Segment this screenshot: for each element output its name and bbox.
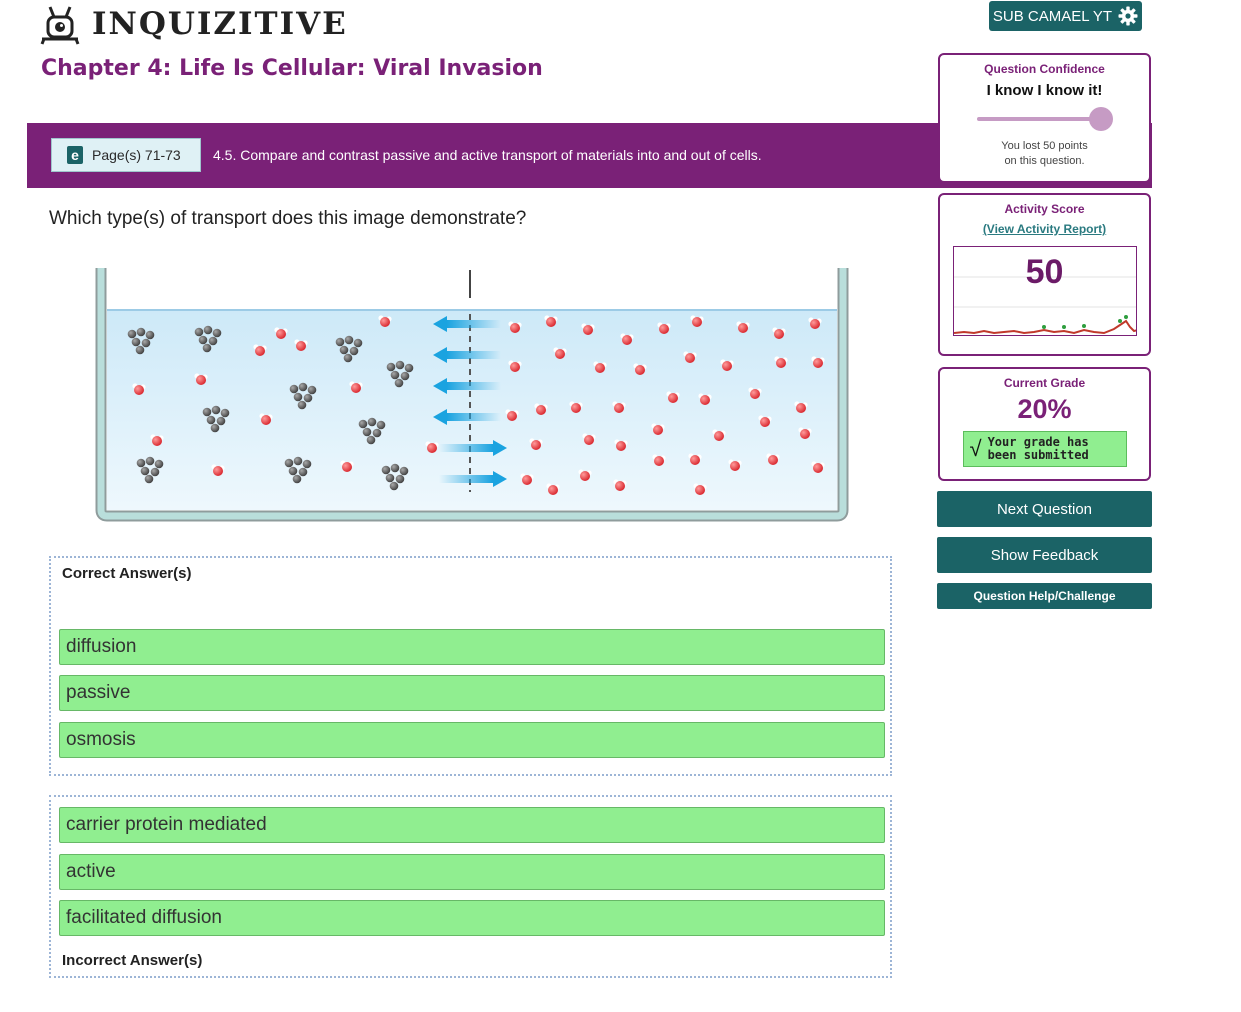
current-grade-value: 20% [1017, 394, 1072, 424]
activity-score-panel: Activity Score (View Activity Report) 50 [938, 193, 1151, 356]
show-feedback-button[interactable]: Show Feedback [937, 537, 1152, 573]
ebook-icon: e [67, 146, 83, 164]
inquizitive-logo: INQUIZITIVE [38, 3, 348, 45]
svg-text:e: e [71, 147, 79, 163]
answer-chip-passive[interactable]: passive [59, 675, 885, 711]
answer-chip-facilitated-diffusion[interactable]: facilitated diffusion [59, 900, 885, 936]
gear-icon [1118, 6, 1138, 26]
user-name-label: SUB CAMAEL YT [992, 7, 1113, 25]
next-question-button[interactable]: Next Question [937, 491, 1152, 527]
confidence-slider[interactable] [976, 107, 1113, 131]
points-lost-note: You lost 50 points on this question. [940, 139, 1149, 169]
learning-objective-text: 4.5. Compare and contrast passive and ac… [213, 147, 762, 163]
logo-wordmark: INQUIZITIVE [92, 6, 348, 42]
confidence-slider-track [976, 117, 1101, 121]
points-lost-line-2: on this question. [1004, 155, 1085, 167]
question-help-button[interactable]: Question Help/Challenge [937, 583, 1152, 609]
correct-answers-zone[interactable]: Correct Answer(s) diffusion passive osmo… [49, 556, 892, 776]
correct-answers-label: Correct Answer(s) [62, 565, 192, 582]
page-range-label: Page(s) 71-73 [92, 147, 181, 163]
question-confidence-panel: Question Confidence I know I know it! Yo… [938, 53, 1151, 183]
user-menu-button[interactable]: SUB CAMAEL YT [989, 1, 1142, 31]
current-grade-panel: Current Grade 20% √ Your grade has been … [938, 367, 1151, 481]
confidence-value: I know I know it! [986, 82, 1103, 99]
points-lost-line-1: You lost 50 points [1001, 140, 1088, 152]
checkmark-icon: √ [969, 436, 982, 461]
activity-score-label: Activity Score [1004, 202, 1085, 216]
answer-chip-osmosis[interactable]: osmosis [59, 722, 885, 758]
incorrect-answers-zone[interactable]: carrier protein mediated active facilita… [49, 795, 892, 978]
grade-submitted-badge: √ Your grade has been submitted [962, 431, 1127, 467]
view-activity-report-link[interactable]: (View Activity Report) [983, 222, 1106, 236]
grade-status-line-1: Your grade has [987, 435, 1089, 449]
chapter-title: Chapter 4: Life Is Cellular: Viral Invas… [41, 56, 543, 81]
activity-score-box: 50 [952, 246, 1137, 336]
grade-submitted-text: Your grade has been submitted [988, 436, 1089, 462]
osmosis-diagram-image [95, 268, 849, 522]
answer-chip-diffusion[interactable]: diffusion [59, 629, 885, 665]
ebook-pages-button[interactable]: e Page(s) 71-73 [51, 138, 201, 172]
answer-chip-active[interactable]: active [59, 854, 885, 890]
mascot-logo-icon [40, 6, 80, 45]
activity-score-value: 50 [1025, 253, 1064, 291]
confidence-label: Question Confidence [984, 62, 1105, 76]
question-prompt: Which type(s) of transport does this ima… [49, 208, 527, 229]
grade-status-line-2: been submitted [987, 448, 1089, 462]
incorrect-answers-label: Incorrect Answer(s) [62, 952, 203, 969]
answer-chip-carrier-protein-mediated[interactable]: carrier protein mediated [59, 807, 885, 843]
confidence-slider-thumb[interactable] [1088, 107, 1113, 131]
current-grade-label: Current Grade [1003, 376, 1086, 390]
